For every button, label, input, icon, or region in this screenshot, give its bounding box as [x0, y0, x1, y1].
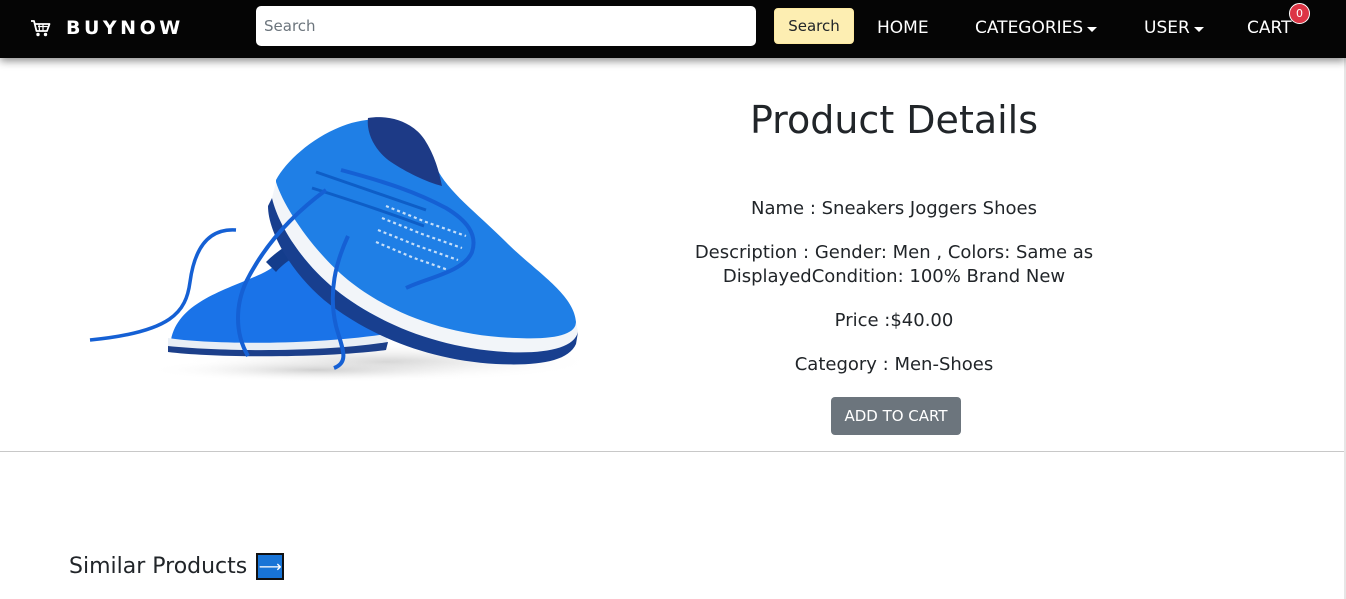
nav-cart-link[interactable]: CART: [1247, 16, 1291, 40]
nav-home-label: HOME: [877, 18, 929, 38]
similar-products-title: Similar Products: [69, 553, 248, 579]
similar-products-header: Similar Products ⟶: [69, 551, 285, 581]
add-to-cart-button[interactable]: ADD TO CART: [831, 397, 961, 435]
nav-cart-label: CART: [1247, 18, 1292, 38]
product-details-panel: Product Details Name : Sneakers Joggers …: [664, 92, 1124, 377]
nav-home-link[interactable]: HOME: [877, 16, 929, 40]
product-category: Category : Men-Shoes: [794, 354, 994, 375]
brand-name: BUYNOW: [66, 17, 184, 39]
chevron-down-icon: [1087, 26, 1098, 32]
product-description: Description : Gender: Men , Colors: Same…: [694, 242, 1094, 287]
page-title: Product Details: [749, 98, 1039, 142]
cart-count-badge: 0: [1289, 3, 1310, 24]
search-button[interactable]: Search: [774, 8, 854, 44]
nav-categories-label: CATEGORIES: [975, 18, 1084, 38]
top-navbar: BUYNOW Search HOME CATEGORIES USER CART …: [0, 0, 1346, 58]
chevron-down-icon: [1193, 26, 1204, 32]
product-image: [86, 112, 596, 392]
section-divider: [0, 451, 1344, 452]
right-arrow-icon[interactable]: ⟶: [256, 552, 285, 580]
nav-user-dropdown[interactable]: USER: [1144, 16, 1204, 40]
product-name: Name : Sneakers Joggers Shoes: [751, 198, 1037, 219]
shopping-cart-icon: [30, 17, 52, 39]
nav-user-label: USER: [1144, 18, 1190, 38]
product-price: Price :$40.00: [834, 310, 954, 331]
search-input[interactable]: [256, 6, 756, 46]
brand-link[interactable]: BUYNOW: [30, 14, 184, 42]
nav-categories-dropdown[interactable]: CATEGORIES: [975, 16, 1098, 40]
